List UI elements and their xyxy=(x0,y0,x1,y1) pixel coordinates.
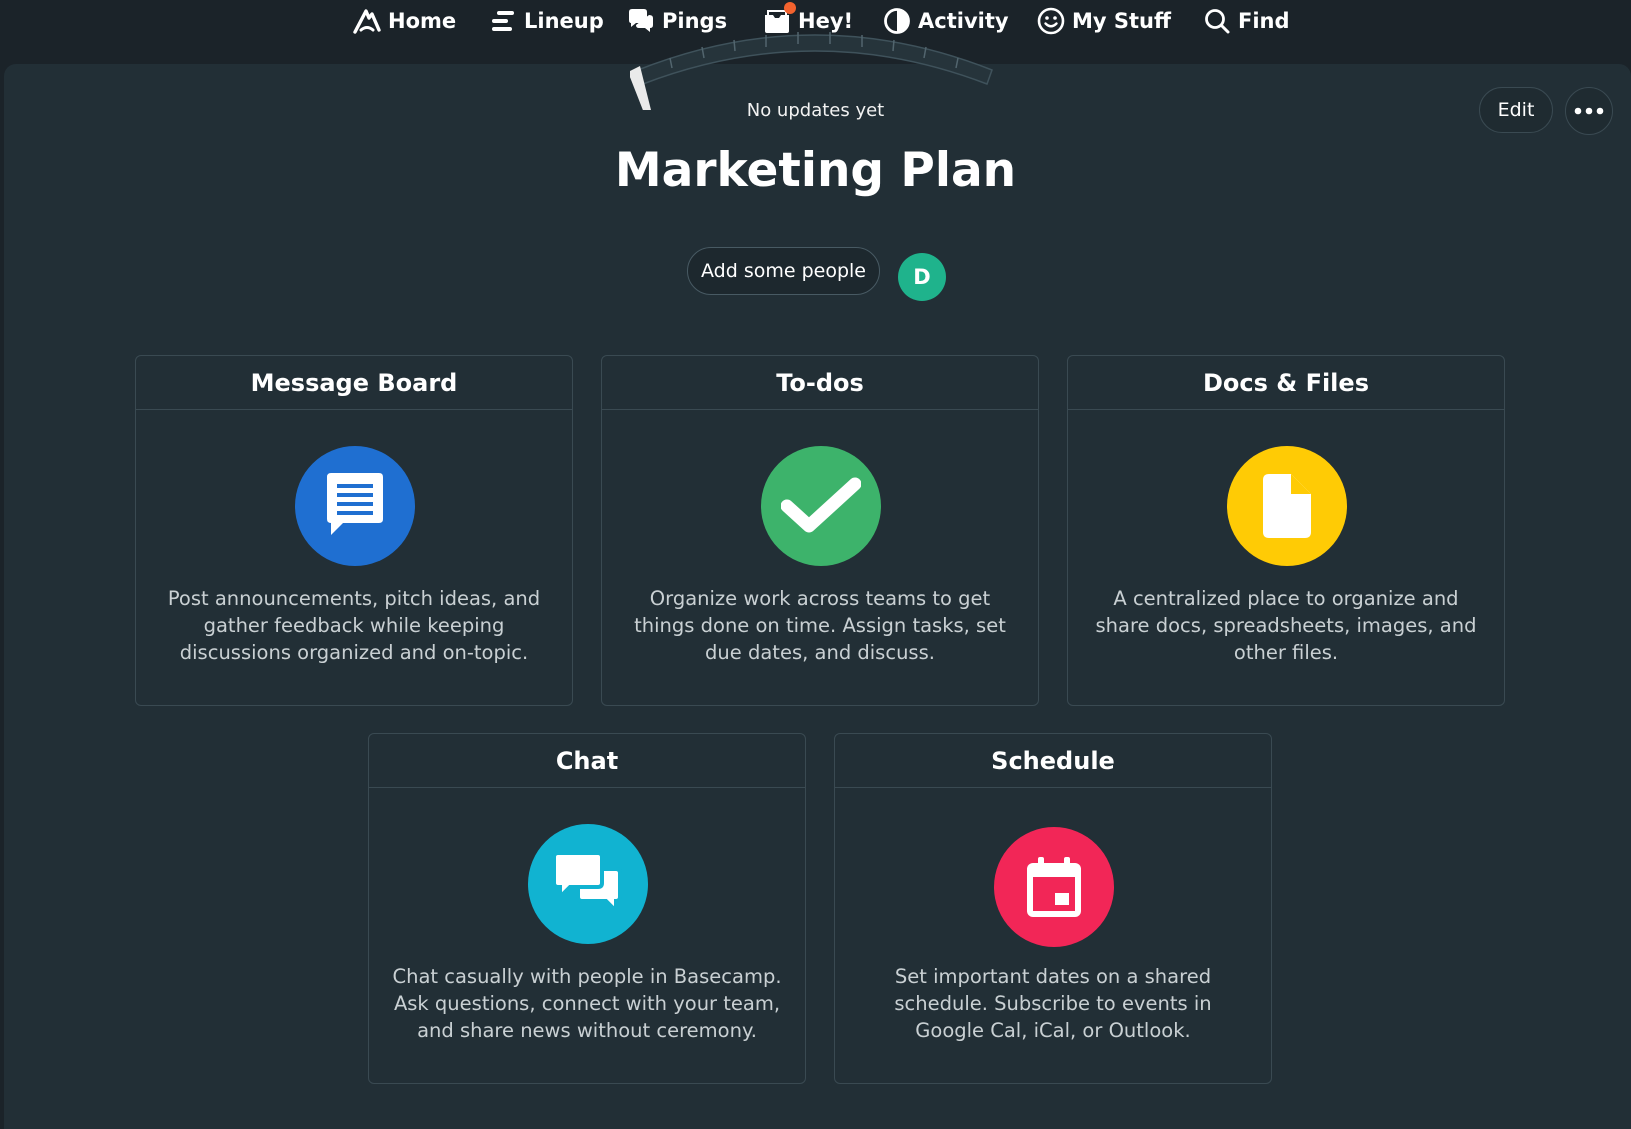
card-title: Chat xyxy=(369,734,805,788)
card-title: To-dos xyxy=(602,356,1038,410)
card-schedule[interactable]: Schedule Set important dates on a shared… xyxy=(834,733,1272,1084)
card-chat[interactable]: Chat Chat casually with people in Baseca… xyxy=(368,733,806,1084)
card-title: Docs & Files xyxy=(1068,356,1504,410)
search-icon xyxy=(1202,6,1232,36)
nav-lineup-label: Lineup xyxy=(524,9,604,33)
card-description: Post announcements, pitch ideas, and gat… xyxy=(167,587,541,664)
nav-find[interactable]: Find xyxy=(1202,4,1290,38)
card-description: Chat casually with people in Basecamp. A… xyxy=(392,965,782,1042)
card-todos[interactable]: To-dos Organize work across teams to get… xyxy=(601,355,1039,706)
avatar[interactable]: D xyxy=(898,253,946,301)
card-title: Message Board xyxy=(136,356,572,410)
card-docs-files[interactable]: Docs & Files A centralized place to orga… xyxy=(1067,355,1505,706)
lineup-icon xyxy=(488,6,518,36)
nav-find-label: Find xyxy=(1238,9,1290,33)
edit-button[interactable]: Edit xyxy=(1479,87,1553,133)
status-text: No updates yet xyxy=(746,100,885,121)
card-message-board[interactable]: Message Board Post announcements, pitch … xyxy=(135,355,573,706)
smiley-icon xyxy=(1036,6,1066,36)
checkmark-icon xyxy=(761,446,881,566)
card-description: Organize work across teams to get things… xyxy=(634,587,1006,664)
progress-gauge-icon xyxy=(630,32,993,110)
message-board-icon xyxy=(295,446,415,566)
nav-home-label: Home xyxy=(388,9,457,33)
nav-my-stuff-label: My Stuff xyxy=(1072,9,1172,33)
nav-my-stuff[interactable]: My Stuff xyxy=(1036,4,1171,38)
document-icon xyxy=(1227,446,1347,566)
card-description: A centralized place to organize and shar… xyxy=(1095,587,1477,664)
add-people-button[interactable]: Add some people xyxy=(687,247,880,295)
basecamp-logo-icon xyxy=(352,6,382,36)
ellipsis-icon xyxy=(1574,107,1604,115)
chat-bubbles-icon xyxy=(528,824,648,944)
card-description: Set important dates on a shared schedule… xyxy=(894,965,1212,1042)
more-options-button[interactable] xyxy=(1565,87,1613,135)
nav-home[interactable]: Home xyxy=(352,4,456,38)
card-title: Schedule xyxy=(835,734,1271,788)
page-title: Marketing Plan xyxy=(614,143,1017,198)
calendar-icon xyxy=(994,827,1114,947)
nav-lineup[interactable]: Lineup xyxy=(488,4,604,38)
